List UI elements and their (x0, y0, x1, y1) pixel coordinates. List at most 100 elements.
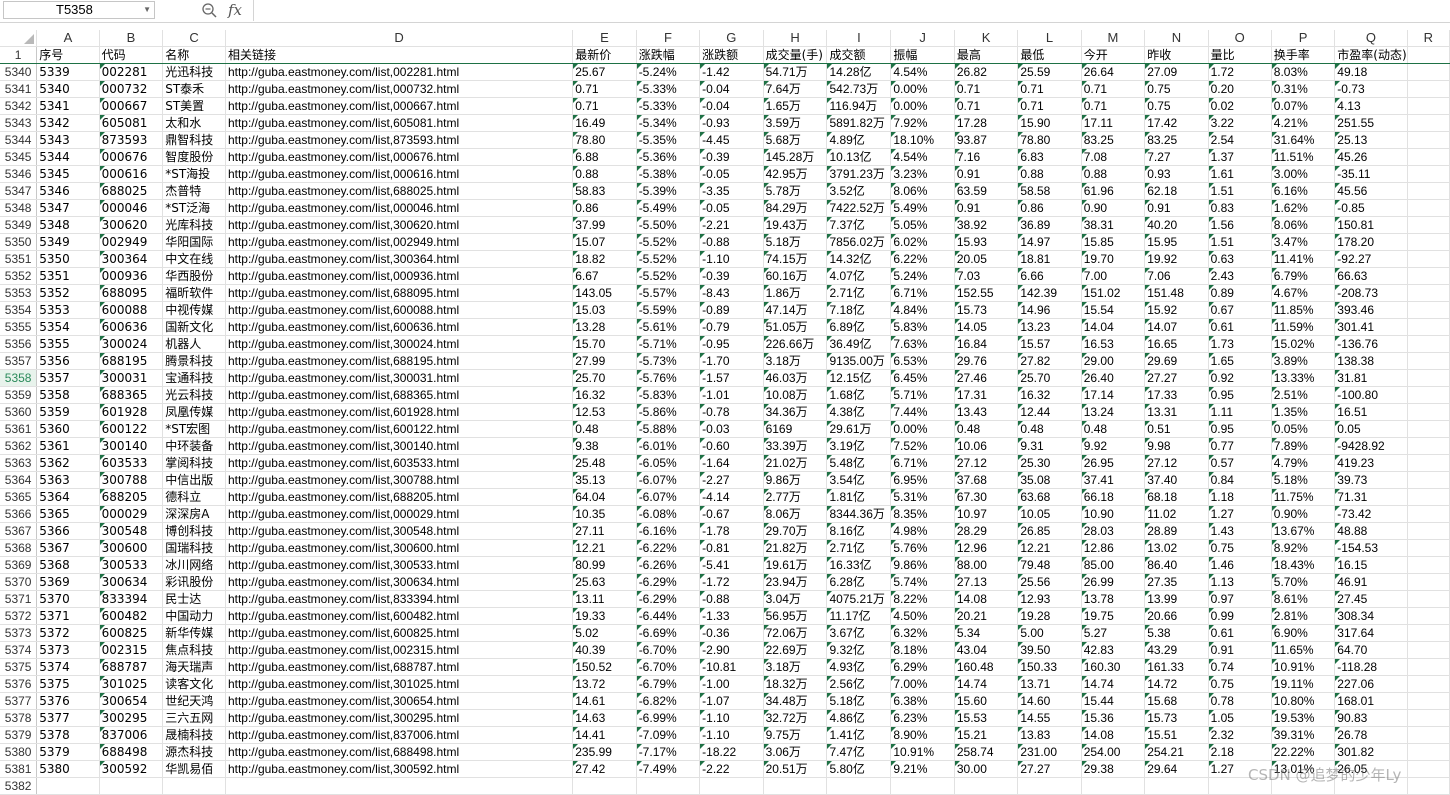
table-cell[interactable]: 25.63 (572, 573, 637, 591)
table-cell[interactable]: 5356 (36, 352, 100, 370)
table-cell[interactable]: 1.56 (1208, 216, 1272, 234)
table-cell[interactable]: 7.08 (1081, 148, 1146, 166)
row-header[interactable]: 5347 (0, 182, 38, 200)
table-cell[interactable]: 新华传媒 (162, 624, 226, 642)
table-cell[interactable]: 4.98% (890, 522, 955, 540)
table-cell[interactable]: 14.63 (572, 709, 637, 727)
header-cell[interactable]: 最高 (954, 46, 1019, 64)
table-cell[interactable]: 3.19亿 (826, 437, 892, 455)
table-cell[interactable]: 16.65 (1144, 335, 1209, 353)
table-cell[interactable]: 5.49% (890, 199, 955, 217)
table-cell[interactable]: 智度股份 (162, 148, 226, 166)
table-cell[interactable]: 4075.21万 (826, 590, 892, 608)
table-cell[interactable]: 0.88 (1081, 165, 1146, 183)
table-cell[interactable]: 中信出版 (162, 471, 226, 489)
table-cell[interactable]: 19.43万 (763, 216, 828, 234)
empty-cell[interactable] (1407, 658, 1450, 676)
table-cell[interactable]: 8.06% (890, 182, 955, 200)
table-cell[interactable]: 13.99 (1144, 590, 1209, 608)
table-cell[interactable]: 13.24 (1081, 403, 1146, 421)
table-cell[interactable]: 317.64 (1334, 624, 1408, 642)
table-cell[interactable]: 150.81 (1334, 216, 1408, 234)
table-cell[interactable]: 18.81 (1017, 250, 1082, 268)
table-cell[interactable]: 29.69 (1144, 352, 1209, 370)
row-header[interactable]: 5343 (0, 114, 38, 132)
table-cell[interactable]: 5360 (36, 420, 100, 438)
empty-cell[interactable] (1407, 182, 1450, 200)
table-cell[interactable]: 16.32 (1017, 386, 1082, 404)
table-cell[interactable]: 0.61 (1208, 318, 1272, 336)
table-cell[interactable]: -6.07% (636, 471, 701, 489)
table-cell[interactable]: 4.50% (890, 607, 955, 625)
table-cell[interactable]: 37.41 (1081, 471, 1146, 489)
table-cell[interactable]: http://guba.eastmoney.com/list,002315.ht… (225, 641, 574, 659)
table-cell[interactable]: -6.08% (636, 505, 701, 523)
table-cell[interactable]: 1.37 (1208, 148, 1272, 166)
table-cell[interactable]: 21.02万 (763, 454, 828, 472)
table-cell[interactable]: 25.67 (572, 63, 637, 81)
table-cell[interactable]: 300140 (99, 437, 164, 455)
table-cell[interactable]: 3.23% (890, 165, 955, 183)
table-cell[interactable]: 688498 (99, 743, 164, 761)
table-cell[interactable]: -5.24% (636, 63, 701, 81)
table-cell[interactable]: -6.82% (636, 692, 701, 710)
row-header[interactable]: 5379 (0, 726, 38, 744)
table-cell[interactable]: 5376 (36, 692, 100, 710)
table-cell[interactable]: 4.84% (890, 301, 955, 319)
table-cell[interactable]: 8.61% (1271, 590, 1336, 608)
column-header-l[interactable]: L (1017, 30, 1082, 47)
empty-cell[interactable] (1407, 726, 1450, 744)
table-cell[interactable]: 5379 (36, 743, 100, 761)
table-cell[interactable]: 9.21% (890, 760, 955, 778)
table-cell[interactable]: 3.00% (1271, 165, 1336, 183)
table-cell[interactable]: 4.54% (890, 63, 955, 81)
empty-cell[interactable] (1407, 539, 1450, 557)
table-cell[interactable]: 34.36万 (763, 403, 828, 421)
table-cell[interactable]: 14.28亿 (826, 63, 892, 81)
table-cell[interactable]: 603533 (99, 454, 164, 472)
table-cell[interactable]: 5354 (36, 318, 100, 336)
table-cell[interactable]: 37.99 (572, 216, 637, 234)
table-cell[interactable]: 7.47亿 (826, 743, 892, 761)
table-cell[interactable]: 000667 (99, 97, 164, 115)
table-cell[interactable]: -7.17% (636, 743, 701, 761)
header-cell[interactable]: 序号 (36, 46, 100, 64)
table-cell[interactable]: 0.90 (1081, 199, 1146, 217)
table-cell[interactable]: 3.67亿 (826, 624, 892, 642)
table-cell[interactable]: -7.09% (636, 726, 701, 744)
table-cell[interactable]: 0.71 (954, 97, 1019, 115)
table-cell[interactable]: 0.88 (1017, 165, 1082, 183)
table-cell[interactable]: http://guba.eastmoney.com/list,002949.ht… (225, 233, 574, 251)
table-cell[interactable]: http://guba.eastmoney.com/list,833394.ht… (225, 590, 574, 608)
table-cell[interactable]: 64.70 (1334, 641, 1408, 659)
table-cell[interactable]: 0.48 (572, 420, 637, 438)
table-cell[interactable]: 5352 (36, 284, 100, 302)
table-cell[interactable]: 4.67% (1271, 284, 1336, 302)
table-cell[interactable]: -5.33% (636, 97, 701, 115)
table-cell[interactable]: 12.86 (1081, 539, 1146, 557)
table-cell[interactable]: -1.64 (699, 454, 764, 472)
table-cell[interactable]: 5350 (36, 250, 100, 268)
table-cell[interactable]: 5342 (36, 114, 100, 132)
table-cell[interactable]: 54.71万 (763, 63, 828, 81)
table-cell[interactable]: 3.89% (1271, 352, 1336, 370)
table-cell[interactable]: 0.84 (1208, 471, 1272, 489)
table-cell[interactable]: 9.92 (1081, 437, 1146, 455)
table-cell[interactable]: 26.99 (1081, 573, 1146, 591)
table-cell[interactable]: 15.70 (572, 335, 637, 353)
table-cell[interactable]: 873593 (99, 131, 164, 149)
table-cell[interactable]: 72.06万 (763, 624, 828, 642)
table-cell[interactable]: -0.05 (699, 165, 764, 183)
table-cell[interactable]: 0.97 (1208, 590, 1272, 608)
table-cell[interactable]: 63.59 (954, 182, 1019, 200)
table-cell[interactable]: 300654 (99, 692, 164, 710)
table-cell[interactable]: 5.05% (890, 216, 955, 234)
table-cell[interactable]: 福昕软件 (162, 284, 226, 302)
table-cell[interactable]: 14.41 (572, 726, 637, 744)
table-cell[interactable]: 6.79% (1271, 267, 1336, 285)
table-cell[interactable]: 29.61万 (826, 420, 892, 438)
table-cell[interactable]: 19.75 (1081, 607, 1146, 625)
table-cell[interactable]: 7.44% (890, 403, 955, 421)
table-cell[interactable]: 29.64 (1144, 760, 1209, 778)
table-cell[interactable]: 3.22 (1208, 114, 1272, 132)
